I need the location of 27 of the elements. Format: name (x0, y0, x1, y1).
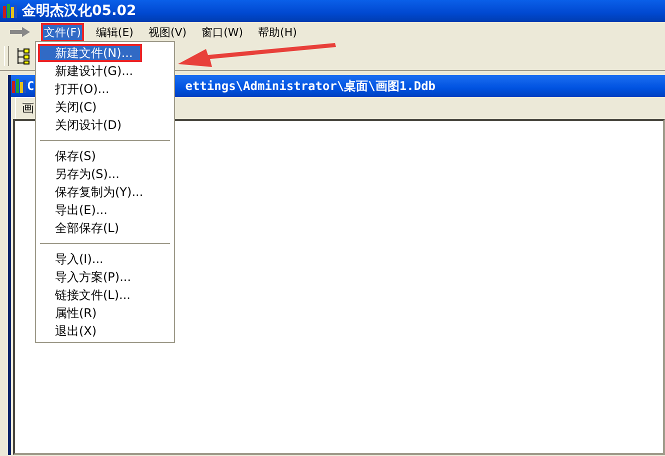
document-title: ettings\Administrator\桌面\画图1.Ddb (185, 78, 436, 94)
menu-item[interactable]: 退出(X) (38, 322, 172, 340)
menu-item[interactable]: 文件(F) (41, 22, 84, 42)
menu-item[interactable]: 关闭(C) (38, 98, 172, 116)
menu-item[interactable]: 视图(V) (145, 22, 190, 42)
menu-item[interactable]: 保存复制为(Y)... (38, 183, 172, 201)
menu-item[interactable]: 导出(E)... (38, 201, 172, 219)
menu-item[interactable]: 链接文件(L)... (38, 286, 172, 304)
menu-item[interactable]: 关闭设计(D) (38, 116, 172, 134)
menu-item[interactable]: 导入方案(P)... (38, 268, 172, 286)
tree-icon[interactable] (15, 47, 31, 65)
menu-item[interactable]: 属性(R) (38, 304, 172, 322)
document-title: C (27, 79, 34, 93)
menu-item[interactable]: 保存(S) (38, 147, 172, 165)
menu-item[interactable]: 新建文件(N)... (38, 44, 142, 62)
menu-item[interactable]: 导入(I)... (38, 250, 172, 268)
window-title: 金明杰汉化05.02 (22, 2, 136, 20)
arrow-icon[interactable] (8, 26, 32, 38)
menu-item[interactable]: 另存为(S)... (38, 165, 172, 183)
menu-item[interactable]: 编辑(E) (92, 22, 136, 42)
menu-item[interactable]: 窗口(W) (198, 22, 246, 42)
menu-item[interactable]: 新建设计(G)... (38, 62, 172, 80)
menu-item[interactable]: 打开(O)... (38, 80, 172, 98)
app-icon (11, 78, 27, 94)
menu-item[interactable]: 全部保存(L) (38, 219, 172, 237)
app-icon (2, 3, 18, 19)
menu-item[interactable]: 帮助(H) (255, 22, 300, 42)
